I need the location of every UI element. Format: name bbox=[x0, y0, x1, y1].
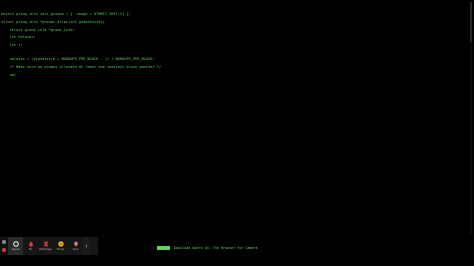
screen: extern group_info init_groups = { .usage… bbox=[0, 0, 474, 266]
rampage-icon bbox=[43, 241, 49, 247]
code-line: extern group_info init_groups = { .usage… bbox=[1, 12, 131, 16]
taskbar-item-label: Rampage bbox=[39, 248, 52, 251]
flame-icon bbox=[28, 241, 34, 247]
taskbar-item-cool[interactable]: Cool bbox=[68, 237, 83, 255]
code-line: int i; bbox=[1, 43, 23, 47]
taskbar-collapse-button[interactable]: ‹ bbox=[83, 237, 90, 255]
code-line: struct group_info *group_info; bbox=[1, 28, 75, 32]
opera-gx-logo-badge bbox=[157, 245, 170, 250]
vertical-scrollbar[interactable] bbox=[470, 2, 472, 234]
code-line: nblocks = (gidsetsize + NGROUPS_PER_BLOC… bbox=[1, 57, 155, 61]
taskbar-item-label: Opera bbox=[11, 248, 20, 251]
record-icon[interactable] bbox=[2, 247, 6, 252]
ice-cream-icon bbox=[73, 241, 79, 247]
code-line: /* Make sure we always allocate at least… bbox=[1, 65, 162, 69]
taskbar-item-label: Emoji bbox=[56, 248, 65, 251]
taskbar-item-fix[interactable]: Fix bbox=[23, 237, 38, 255]
taskbar-item-label: Fix bbox=[28, 248, 33, 251]
code-editor[interactable]: extern group_info init_groups = { .usage… bbox=[0, 0, 468, 236]
smiley-icon bbox=[57, 241, 64, 247]
code-line: int nblocks; bbox=[1, 35, 36, 39]
code-line: nbl bbox=[1, 73, 17, 77]
promo-banner[interactable]: Download Opera GX: The Browser for Gamer… bbox=[157, 245, 258, 250]
chevron-left-icon: ‹ bbox=[85, 242, 88, 250]
opera-gx-icon bbox=[12, 241, 19, 247]
taskbar-item-rampage[interactable]: Rampage bbox=[38, 237, 53, 255]
taskbar-system-icons bbox=[0, 237, 8, 255]
taskbar-item-emoji[interactable]: Emoji bbox=[53, 237, 68, 255]
taskbar-item-label: Cool bbox=[72, 248, 79, 251]
promo-banner-text: Download Opera GX: The Browser for Gamer… bbox=[174, 245, 258, 250]
game-taskbar: Opera Fix Rampage Emoji Cool ‹ bbox=[0, 237, 98, 255]
code-line: struct group_info *groups_alloc(int gids… bbox=[1, 20, 105, 24]
settings-icon[interactable] bbox=[2, 240, 6, 245]
taskbar-item-opera[interactable]: Opera bbox=[8, 237, 23, 255]
scrollbar-thumb[interactable] bbox=[470, 2, 472, 42]
